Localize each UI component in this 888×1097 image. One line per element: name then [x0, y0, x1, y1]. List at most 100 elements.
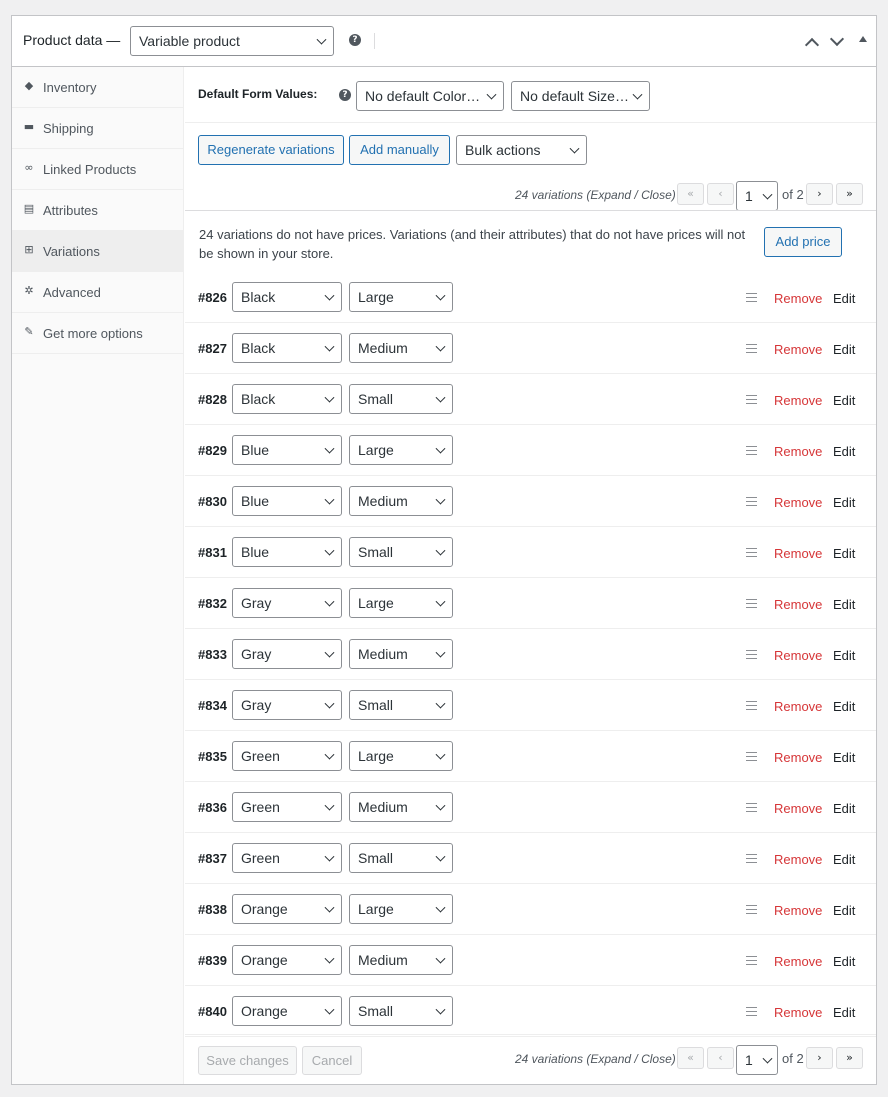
drag-handle-icon[interactable] — [746, 395, 757, 404]
first-page-button[interactable]: « — [677, 183, 704, 205]
remove-variation-link[interactable]: Remove — [774, 1005, 822, 1020]
variation-size-select[interactable]: Large — [349, 894, 453, 924]
variation-size-select[interactable]: Small — [349, 690, 453, 720]
edit-variation-link[interactable]: Edit — [833, 954, 855, 969]
variation-color-select[interactable]: Blue — [232, 537, 342, 567]
edit-variation-link[interactable]: Edit — [833, 546, 855, 561]
drag-handle-icon[interactable] — [746, 905, 757, 914]
drag-handle-icon[interactable] — [746, 803, 757, 812]
variation-row[interactable]: #834 Gray Small Remove Edit — [185, 680, 876, 731]
remove-variation-link[interactable]: Remove — [774, 495, 822, 510]
variation-row[interactable]: #837 Green Small Remove Edit — [185, 833, 876, 884]
move-down-icon[interactable] — [829, 31, 845, 47]
edit-variation-link[interactable]: Edit — [833, 291, 855, 306]
sidebar-tab-attributes[interactable]: ▤ Attributes — [12, 190, 184, 231]
first-page-button[interactable]: « — [677, 1047, 704, 1069]
remove-variation-link[interactable]: Remove — [774, 903, 822, 918]
variation-size-select[interactable]: Medium — [349, 639, 453, 669]
edit-variation-link[interactable]: Edit — [833, 444, 855, 459]
variation-row[interactable]: #832 Gray Large Remove Edit — [185, 578, 876, 629]
variation-color-select[interactable]: Orange — [232, 894, 342, 924]
variation-size-select[interactable]: Small — [349, 843, 453, 873]
variation-size-select[interactable]: Small — [349, 537, 453, 567]
variation-color-select[interactable]: Green — [232, 741, 342, 771]
sidebar-tab-variations[interactable]: ⊞ Variations — [12, 231, 184, 272]
drag-handle-icon[interactable] — [746, 497, 757, 506]
variations-count-info[interactable]: 24 variations (Expand / Close) — [515, 188, 676, 202]
edit-variation-link[interactable]: Edit — [833, 699, 855, 714]
variation-size-select[interactable]: Small — [349, 996, 453, 1026]
variation-row[interactable]: #827 Black Medium Remove Edit — [185, 323, 876, 374]
help-icon[interactable]: ? — [349, 34, 361, 46]
variation-color-select[interactable]: Orange — [232, 945, 342, 975]
variation-row[interactable]: #830 Blue Medium Remove Edit — [185, 476, 876, 527]
variation-color-select[interactable]: Blue — [232, 435, 342, 465]
sidebar-tab-shipping[interactable]: ▬ Shipping — [12, 108, 184, 149]
drag-handle-icon[interactable] — [746, 599, 757, 608]
add-manually-button[interactable]: Add manually — [349, 135, 450, 165]
variation-row[interactable]: #831 Blue Small Remove Edit — [185, 527, 876, 578]
remove-variation-link[interactable]: Remove — [774, 393, 822, 408]
variation-size-select[interactable]: Large — [349, 741, 453, 771]
edit-variation-link[interactable]: Edit — [833, 903, 855, 918]
drag-handle-icon[interactable] — [746, 548, 757, 557]
remove-variation-link[interactable]: Remove — [774, 291, 822, 306]
remove-variation-link[interactable]: Remove — [774, 546, 822, 561]
variation-color-select[interactable]: Gray — [232, 639, 342, 669]
move-up-icon[interactable] — [804, 37, 820, 53]
add-price-button[interactable]: Add price — [764, 227, 842, 257]
variation-color-select[interactable]: Green — [232, 792, 342, 822]
edit-variation-link[interactable]: Edit — [833, 648, 855, 663]
prev-page-button[interactable]: ‹ — [707, 183, 734, 205]
remove-variation-link[interactable]: Remove — [774, 750, 822, 765]
edit-variation-link[interactable]: Edit — [833, 750, 855, 765]
variation-row[interactable]: #840 Orange Small Remove Edit — [185, 986, 876, 1037]
prev-page-button[interactable]: ‹ — [707, 1047, 734, 1069]
variation-row[interactable]: #838 Orange Large Remove Edit — [185, 884, 876, 935]
variation-size-select[interactable]: Medium — [349, 333, 453, 363]
edit-variation-link[interactable]: Edit — [833, 393, 855, 408]
variation-color-select[interactable]: Gray — [232, 588, 342, 618]
variation-row[interactable]: #836 Green Medium Remove Edit — [185, 782, 876, 833]
next-page-button[interactable]: › — [806, 183, 833, 205]
remove-variation-link[interactable]: Remove — [774, 342, 822, 357]
variation-row[interactable]: #835 Green Large Remove Edit — [185, 731, 876, 782]
variation-color-select[interactable]: Blue — [232, 486, 342, 516]
drag-handle-icon[interactable] — [746, 701, 757, 710]
remove-variation-link[interactable]: Remove — [774, 648, 822, 663]
drag-handle-icon[interactable] — [746, 293, 757, 302]
remove-variation-link[interactable]: Remove — [774, 597, 822, 612]
variation-size-select[interactable]: Small — [349, 384, 453, 414]
drag-handle-icon[interactable] — [746, 854, 757, 863]
collapse-toggle-icon[interactable] — [859, 36, 867, 42]
variations-count-info[interactable]: 24 variations (Expand / Close) — [515, 1052, 676, 1066]
variation-size-select[interactable]: Large — [349, 435, 453, 465]
drag-handle-icon[interactable] — [746, 344, 757, 353]
edit-variation-link[interactable]: Edit — [833, 495, 855, 510]
variation-size-select[interactable]: Large — [349, 588, 453, 618]
variation-size-select[interactable]: Medium — [349, 486, 453, 516]
edit-variation-link[interactable]: Edit — [833, 597, 855, 612]
drag-handle-icon[interactable] — [746, 1007, 757, 1016]
drag-handle-icon[interactable] — [746, 956, 757, 965]
drag-handle-icon[interactable] — [746, 752, 757, 761]
variation-color-select[interactable]: Black — [232, 282, 342, 312]
product-type-select[interactable]: Variable product — [130, 26, 334, 56]
variation-row[interactable]: #826 Black Large Remove Edit — [185, 272, 876, 323]
variation-row[interactable]: #828 Black Small Remove Edit — [185, 374, 876, 425]
remove-variation-link[interactable]: Remove — [774, 801, 822, 816]
variation-size-select[interactable]: Medium — [349, 792, 453, 822]
sidebar-tab-linked-products[interactable]: ∞ Linked Products — [12, 149, 184, 190]
bulk-actions-select[interactable]: Bulk actions — [456, 135, 587, 165]
default-color-select[interactable]: No default Color… — [356, 81, 504, 111]
next-page-button[interactable]: › — [806, 1047, 833, 1069]
remove-variation-link[interactable]: Remove — [774, 954, 822, 969]
variation-color-select[interactable]: Green — [232, 843, 342, 873]
variation-row[interactable]: #833 Gray Medium Remove Edit — [185, 629, 876, 680]
sidebar-tab-advanced[interactable]: ✲ Advanced — [12, 272, 184, 313]
variation-size-select[interactable]: Medium — [349, 945, 453, 975]
last-page-button[interactable]: » — [836, 1047, 863, 1069]
variation-color-select[interactable]: Black — [232, 384, 342, 414]
edit-variation-link[interactable]: Edit — [833, 1005, 855, 1020]
help-icon[interactable]: ? — [339, 89, 351, 101]
